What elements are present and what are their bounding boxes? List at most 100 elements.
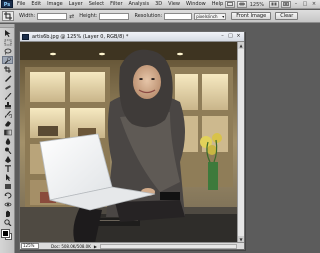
crop-tool[interactable]	[2, 65, 13, 73]
eyedropper-icon	[4, 75, 11, 82]
menu-window[interactable]: Window	[186, 1, 206, 7]
3d-rotate-tool[interactable]	[2, 191, 13, 199]
width-field[interactable]	[37, 12, 68, 20]
blur-tool[interactable]	[2, 137, 13, 145]
stamp-icon	[4, 101, 11, 108]
document-size-info[interactable]: Doc: 508.0K/508.0K	[51, 244, 91, 249]
scroll-up-icon[interactable]: ▲	[238, 42, 244, 49]
blur-drop-icon	[5, 137, 10, 145]
type-tool[interactable]	[2, 164, 13, 172]
document-canvas[interactable]	[20, 42, 238, 243]
resolution-unit-value: pixels/inch	[196, 13, 218, 19]
menu-items: File Edit Image Layer Select Filter Anal…	[17, 1, 229, 7]
height-field[interactable]	[99, 12, 130, 20]
screen-mode-button[interactable]	[281, 1, 291, 8]
dodge-icon	[4, 147, 11, 154]
magnifier-icon	[3, 218, 11, 226]
type-icon	[4, 164, 11, 172]
hand-icon	[5, 210, 10, 217]
menu-select[interactable]: Select	[89, 1, 104, 7]
maximize-button[interactable]: □	[301, 1, 309, 8]
pen-tool[interactable]	[2, 155, 13, 163]
menu-3d[interactable]: 3D	[155, 1, 162, 7]
arrange-documents-button[interactable]	[269, 1, 279, 8]
menu-help[interactable]: Help	[212, 1, 223, 7]
resolution-unit-select[interactable]: pixels/inch ▾	[194, 12, 227, 20]
brush-tool[interactable]	[2, 92, 13, 100]
menu-analysis[interactable]: Analysis	[129, 1, 150, 7]
bridge-button[interactable]	[224, 1, 235, 8]
healing-brush-tool[interactable]	[2, 83, 13, 91]
document-title-bar[interactable]: artis6b.jpg @ 125% (Layer 0, RGB/8) * – …	[20, 32, 244, 42]
history-brush-icon	[4, 110, 12, 118]
3d-orbit-icon	[4, 202, 11, 206]
width-label: Width:	[19, 13, 36, 19]
document-maximize-button[interactable]: □	[227, 33, 234, 40]
resolution-label: Resolution:	[134, 13, 163, 19]
status-zoom-field[interactable]: 125%	[21, 243, 39, 249]
path-select-icon	[5, 173, 10, 181]
menu-view[interactable]: View	[168, 1, 180, 7]
arrange-icon	[271, 2, 277, 6]
quick-select-tool[interactable]	[2, 56, 13, 64]
document-ps-icon	[22, 33, 29, 40]
height-label: Height:	[79, 13, 98, 19]
tools-panel	[0, 24, 15, 253]
bridge-icon	[226, 2, 233, 6]
lasso-tool[interactable]	[2, 47, 13, 55]
eyedropper-tool[interactable]	[2, 74, 13, 82]
marquee-icon	[4, 39, 11, 45]
eraser-tool[interactable]	[2, 119, 13, 127]
clone-stamp-tool[interactable]	[2, 101, 13, 109]
tools-panel-grip[interactable]	[0, 24, 14, 28]
view-extras-button[interactable]	[236, 1, 247, 8]
vertical-scrollbar[interactable]: ▲ ▼	[237, 42, 244, 243]
history-brush-tool[interactable]	[2, 110, 13, 118]
minimize-button[interactable]: –	[292, 1, 300, 8]
canvas-photo	[20, 42, 238, 243]
chevron-down-icon: ▾	[222, 13, 225, 19]
document-status-bar: 125% Doc: 508.0K/508.0K ▶	[20, 242, 244, 249]
status-menu-arrow-icon[interactable]: ▶	[94, 244, 97, 249]
document-window: artis6b.jpg @ 125% (Layer 0, RGB/8) * – …	[19, 31, 245, 250]
resolution-field[interactable]	[164, 12, 193, 20]
document-minimize-button[interactable]: –	[219, 33, 226, 40]
3d-rotate-icon	[4, 192, 11, 198]
document-title: artis6b.jpg @ 125% (Layer 0, RGB/8) *	[32, 33, 129, 40]
color-chips	[0, 228, 15, 242]
zoom-level-readout[interactable]: 125%	[250, 2, 264, 8]
pen-icon	[4, 155, 11, 163]
foreground-color-swatch[interactable]	[1, 229, 10, 238]
crop-icon	[4, 12, 12, 20]
move-tool[interactable]	[2, 29, 13, 37]
menu-edit[interactable]: Edit	[31, 1, 41, 7]
rectangle-shape-icon	[4, 183, 11, 189]
menu-file[interactable]: File	[17, 1, 25, 7]
document-close-button[interactable]: ×	[235, 33, 242, 40]
tool-preset-picker[interactable]	[2, 11, 14, 21]
close-button[interactable]: ×	[310, 1, 318, 8]
marquee-tool[interactable]	[2, 38, 13, 46]
gradient-tool[interactable]	[2, 128, 13, 136]
menu-layer[interactable]: Layer	[69, 1, 83, 7]
grid-icon	[238, 2, 245, 6]
bandage-icon	[4, 85, 11, 89]
path-selection-tool[interactable]	[2, 173, 13, 181]
dodge-tool[interactable]	[2, 146, 13, 154]
shape-tool[interactable]	[2, 182, 13, 190]
horizontal-scrollbar[interactable]	[100, 244, 237, 249]
document-window-controls: – □ ×	[218, 33, 242, 40]
hand-tool[interactable]	[2, 209, 13, 217]
swap-dimensions-icon[interactable]: ⇄	[69, 13, 74, 20]
move-icon	[4, 29, 10, 37]
scroll-track[interactable]	[238, 49, 244, 236]
zoom-tool[interactable]	[2, 218, 13, 226]
menu-bar: Ps File Edit Image Layer Select Filter A…	[0, 0, 320, 9]
front-image-button[interactable]: Front Image	[231, 12, 272, 20]
3d-orbit-tool[interactable]	[2, 200, 13, 208]
clear-button[interactable]: Clear	[275, 12, 299, 20]
crop-icon	[3, 65, 11, 73]
menu-filter[interactable]: Filter	[110, 1, 122, 7]
brush-icon	[4, 92, 11, 100]
menu-image[interactable]: Image	[47, 1, 63, 7]
